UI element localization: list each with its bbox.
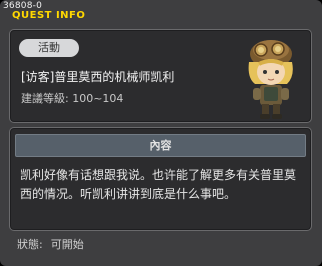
status-label: 狀態: xyxy=(17,238,43,251)
quest-status: 狀態: 可開始 xyxy=(17,236,92,252)
status-value: 可開始 xyxy=(50,238,84,251)
quest-type-badge: 活動 xyxy=(19,39,79,57)
content-header: 內容 xyxy=(15,134,306,157)
quest-description: 凯利好像有话想跟我说。也许能了解更多有关普里莫西的情况。听凯利讲讲到底是什么事吧… xyxy=(20,168,297,201)
quest-summary-panel: 活動 [访客]普里莫西的机械师凯利 建議等級: 100~104 xyxy=(9,29,312,123)
title-bar[interactable]: 36808-0 QUEST INFO xyxy=(0,0,322,24)
content-panel: 內容 凯利好像有话想跟我说。也许能了解更多有关普里莫西的情况。听凯利讲讲到底是什… xyxy=(9,127,312,231)
quest-info-window: 36808-0 QUEST INFO 活動 [访客]普里莫西的机械师凯利 建議等… xyxy=(0,0,322,266)
npc-portrait xyxy=(248,40,293,119)
quest-name: [访客]普里莫西的机械师凯利 xyxy=(21,70,175,84)
recommended-level: 建議等級: 100~104 xyxy=(21,92,124,105)
window-title: QUEST INFO xyxy=(12,10,86,21)
